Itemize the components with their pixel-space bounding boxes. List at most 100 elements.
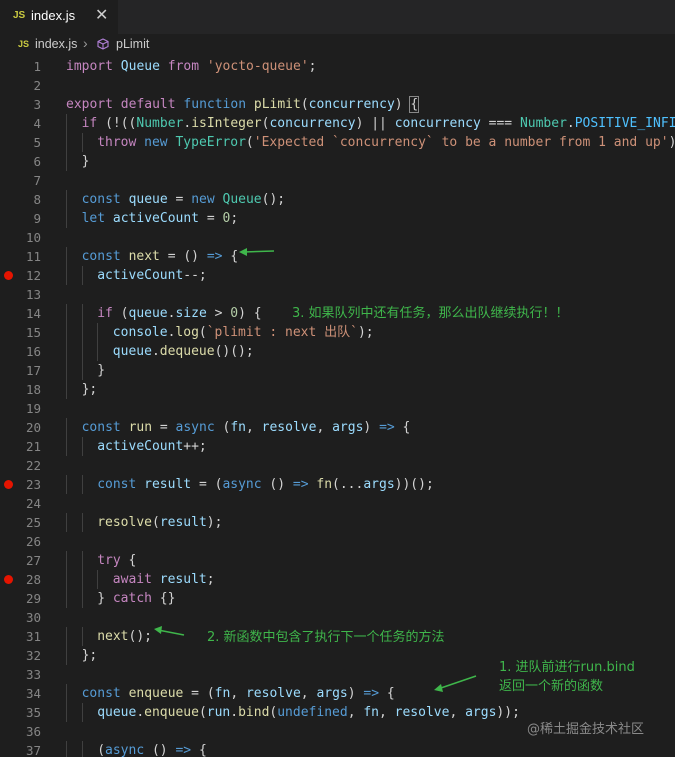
code-token: if: [81, 116, 98, 131]
code-token: {: [394, 420, 411, 435]
code-line[interactable]: 7: [0, 171, 675, 190]
code-token: (...: [332, 477, 364, 492]
code-line[interactable]: 11 const next = () => {: [0, 247, 675, 266]
code-line[interactable]: 8 const queue = new Queue();: [0, 190, 675, 209]
code-token: const: [81, 686, 121, 701]
code-token: POSITIVE_INFINITY: [574, 116, 675, 131]
code-token: concurrency: [308, 97, 395, 112]
code-token: enqueue: [144, 705, 199, 720]
breadcrumb-file[interactable]: index.js: [35, 37, 77, 51]
code-text: const next = () => {: [82, 247, 239, 266]
line-number: 12: [25, 268, 41, 283]
code-token: args: [363, 477, 395, 492]
code-line[interactable]: 10: [0, 228, 675, 247]
code-token: enqueue: [128, 686, 184, 701]
code-line[interactable]: 9 let activeCount = 0;: [0, 209, 675, 228]
code-line[interactable]: 16 queue.dequeue()();: [0, 342, 675, 361]
code-token: queue: [128, 306, 168, 321]
line-number: 4: [33, 116, 41, 131]
indent-guide: [66, 589, 67, 608]
code-line[interactable]: 17}: [0, 361, 675, 380]
code-token: const: [81, 192, 121, 207]
breadcrumb-symbol[interactable]: pLimit: [116, 37, 149, 51]
code-line[interactable]: 26: [0, 532, 675, 551]
code-line[interactable]: 4 if (!((Number.isInteger(concurrency) ||…: [0, 114, 675, 133]
code-token: import: [66, 59, 113, 74]
code-line[interactable]: 21 activeCount++;: [0, 437, 675, 456]
code-line[interactable]: 1 import Queue from 'yocto-queue';: [0, 57, 675, 76]
code-token: resolve: [261, 420, 317, 435]
code-token: ,: [347, 705, 364, 720]
tab-index-js[interactable]: JS index.js ✕: [0, 0, 118, 34]
code-text: throw new TypeError('Expected `concurren…: [97, 133, 675, 152]
line-number: 19: [25, 401, 41, 416]
line-number: 20: [25, 420, 41, 435]
code-line[interactable]: 22: [0, 456, 675, 475]
code-line[interactable]: 2: [0, 76, 675, 95]
code-token: {: [191, 743, 207, 757]
code-token: queue: [97, 705, 137, 720]
code-line[interactable]: 19: [0, 399, 675, 418]
code-line[interactable]: 28 await result;: [0, 570, 675, 589]
code-token: activeCount: [112, 211, 199, 226]
code-token: export: [66, 97, 113, 112]
code-line[interactable]: 6}: [0, 152, 675, 171]
close-icon[interactable]: ✕: [95, 5, 108, 25]
line-number: 2: [33, 78, 41, 93]
line-number: 5: [33, 135, 41, 150]
indent-guide: [66, 570, 67, 589]
code-line[interactable]: 3 export default function pLimit(concurre…: [0, 95, 675, 114]
code-line[interactable]: 37 (async () => {: [0, 741, 675, 757]
code-line[interactable]: 24: [0, 494, 675, 513]
code-token: (: [245, 135, 254, 150]
code-text: resolve(result);: [97, 513, 222, 532]
code-token: ,: [300, 686, 317, 701]
code-token: = (: [183, 686, 215, 701]
code-line[interactable]: 30: [0, 608, 675, 627]
code-line[interactable]: 23 const result = (async () => fn(...args…: [0, 475, 675, 494]
indent-guide: [81, 342, 83, 361]
code-token: ;: [230, 211, 239, 226]
line-number: 21: [25, 439, 41, 454]
breadcrumb: JS index.js › pLimit: [0, 34, 675, 56]
indent-guide: [81, 437, 83, 456]
code-line[interactable]: 5 throw new TypeError('Expected `concurre…: [0, 133, 675, 152]
code-line[interactable]: 18};: [0, 380, 675, 399]
code-token: = (): [159, 249, 207, 264]
indent-guide: [81, 570, 83, 589]
code-token: new: [191, 192, 215, 207]
code-line[interactable]: 29} catch {}: [0, 589, 675, 608]
code-line[interactable]: 25 resolve(result);: [0, 513, 675, 532]
code-token: default: [120, 97, 176, 112]
indent-guide: [97, 570, 99, 589]
code-editor[interactable]: 1 import Queue from 'yocto-queue'; 2 3 expor…: [0, 56, 675, 757]
code-token: {: [409, 96, 420, 113]
code-token: try: [97, 553, 121, 568]
code-line[interactable]: 27 try {: [0, 551, 675, 570]
annotation-bind-line2: 返回一个新的函数: [499, 679, 604, 694]
code-token: );: [206, 515, 223, 530]
code-line[interactable]: 20 const run = async (fn, resolve, args) …: [0, 418, 675, 437]
indent-guide: [66, 475, 67, 494]
code-text: (async () => {: [97, 741, 207, 757]
code-token: (: [97, 743, 106, 757]
code-token: 'yocto-queue': [206, 59, 309, 74]
code-token: TypeError: [175, 135, 246, 150]
line-number: 9: [33, 211, 41, 226]
indent-guide: [66, 684, 67, 703]
line-number: 30: [25, 610, 41, 625]
code-text: if (!((Number.isInteger(concurrency) || …: [82, 114, 675, 133]
code-line[interactable]: 12 activeCount--;: [0, 266, 675, 285]
code-line[interactable]: 15 console.log(`plimit : next 出队`);: [0, 323, 675, 342]
line-number: 14: [25, 306, 41, 321]
tab-bar: JS index.js ✕: [0, 0, 675, 34]
indent-guide: [66, 646, 67, 665]
